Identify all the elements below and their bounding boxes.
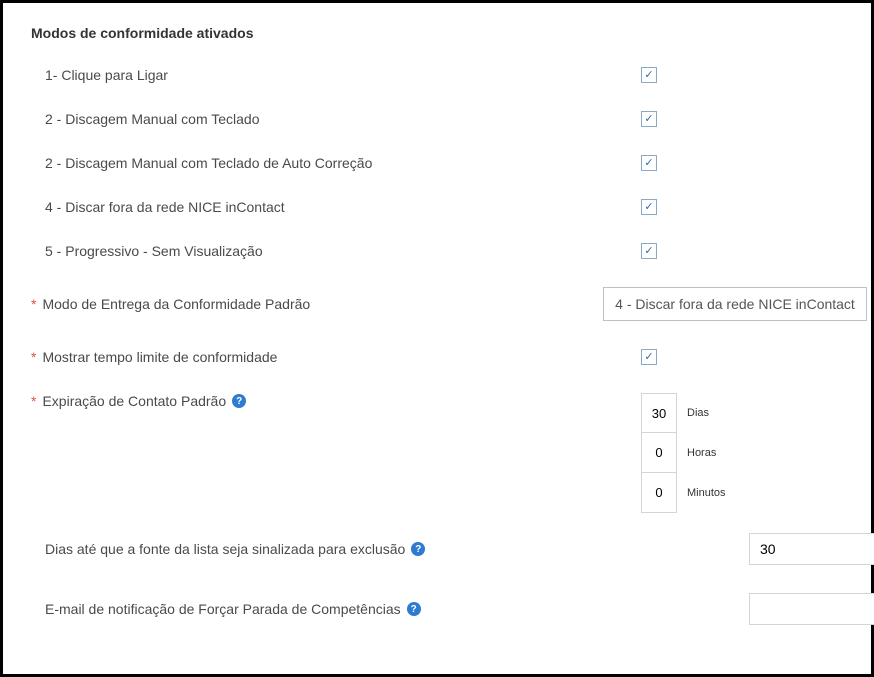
required-icon: * bbox=[31, 393, 36, 409]
mode-label: 2 - Discagem Manual com Teclado de Auto … bbox=[45, 155, 372, 171]
delivery-mode-select[interactable]: 4 - Discar fora da rede NICE inContact bbox=[603, 287, 867, 321]
force-stop-email-label: E-mail de notificação de Forçar Parada d… bbox=[45, 601, 401, 617]
force-stop-email-input[interactable] bbox=[749, 593, 874, 625]
expiration-label: Expiração de Contato Padrão bbox=[42, 393, 226, 409]
duration-group: Dias Horas Minutos bbox=[641, 393, 726, 513]
mode-label: 1- Clique para Ligar bbox=[45, 67, 168, 83]
expiration-row: * Expiração de Contato Padrão ? Dias Hor… bbox=[31, 393, 843, 513]
days-until-flag-row: Dias até que a fonte da lista seja sinal… bbox=[31, 533, 843, 565]
mode-checkbox[interactable]: ✓ bbox=[641, 199, 657, 215]
delivery-mode-label: Modo de Entrega da Conformidade Padrão bbox=[42, 296, 310, 312]
mode-row: 1- Clique para Ligar ✓ bbox=[31, 67, 843, 83]
show-timeout-checkbox[interactable]: ✓ bbox=[641, 349, 657, 365]
required-icon: * bbox=[31, 349, 36, 365]
mode-row: 2 - Discagem Manual com Teclado de Auto … bbox=[31, 155, 843, 171]
help-icon[interactable]: ? bbox=[411, 542, 425, 556]
mode-checkbox[interactable]: ✓ bbox=[641, 155, 657, 171]
force-stop-email-row: E-mail de notificação de Forçar Parada d… bbox=[31, 593, 843, 625]
required-icon: * bbox=[31, 296, 36, 312]
mode-row: 5 - Progressivo - Sem Visualização ✓ bbox=[31, 243, 843, 259]
delivery-mode-row: * Modo de Entrega da Conformidade Padrão… bbox=[31, 287, 843, 321]
help-icon[interactable]: ? bbox=[407, 602, 421, 616]
expiration-hours-input[interactable] bbox=[641, 433, 677, 473]
mode-checkbox[interactable]: ✓ bbox=[641, 67, 657, 83]
mode-label: 4 - Discar fora da rede NICE inContact bbox=[45, 199, 285, 215]
expiration-hours-unit: Horas bbox=[687, 447, 716, 459]
help-icon[interactable]: ? bbox=[232, 394, 246, 408]
show-timeout-label: Mostrar tempo limite de conformidade bbox=[42, 349, 277, 365]
expiration-days-unit: Dias bbox=[687, 407, 709, 419]
section-title: Modos de conformidade ativados bbox=[31, 25, 843, 41]
expiration-days-input[interactable] bbox=[641, 393, 677, 433]
mode-checkbox[interactable]: ✓ bbox=[641, 111, 657, 127]
mode-row: 2 - Discagem Manual com Teclado ✓ bbox=[31, 111, 843, 127]
days-until-flag-input[interactable] bbox=[749, 533, 874, 565]
mode-checkbox[interactable]: ✓ bbox=[641, 243, 657, 259]
days-until-flag-label: Dias até que a fonte da lista seja sinal… bbox=[45, 541, 405, 557]
mode-label: 2 - Discagem Manual com Teclado bbox=[45, 111, 260, 127]
mode-row: 4 - Discar fora da rede NICE inContact ✓ bbox=[31, 199, 843, 215]
expiration-minutes-input[interactable] bbox=[641, 473, 677, 513]
show-timeout-row: * Mostrar tempo limite de conformidade ✓ bbox=[31, 349, 843, 365]
mode-label: 5 - Progressivo - Sem Visualização bbox=[45, 243, 263, 259]
expiration-minutes-unit: Minutos bbox=[687, 487, 726, 499]
